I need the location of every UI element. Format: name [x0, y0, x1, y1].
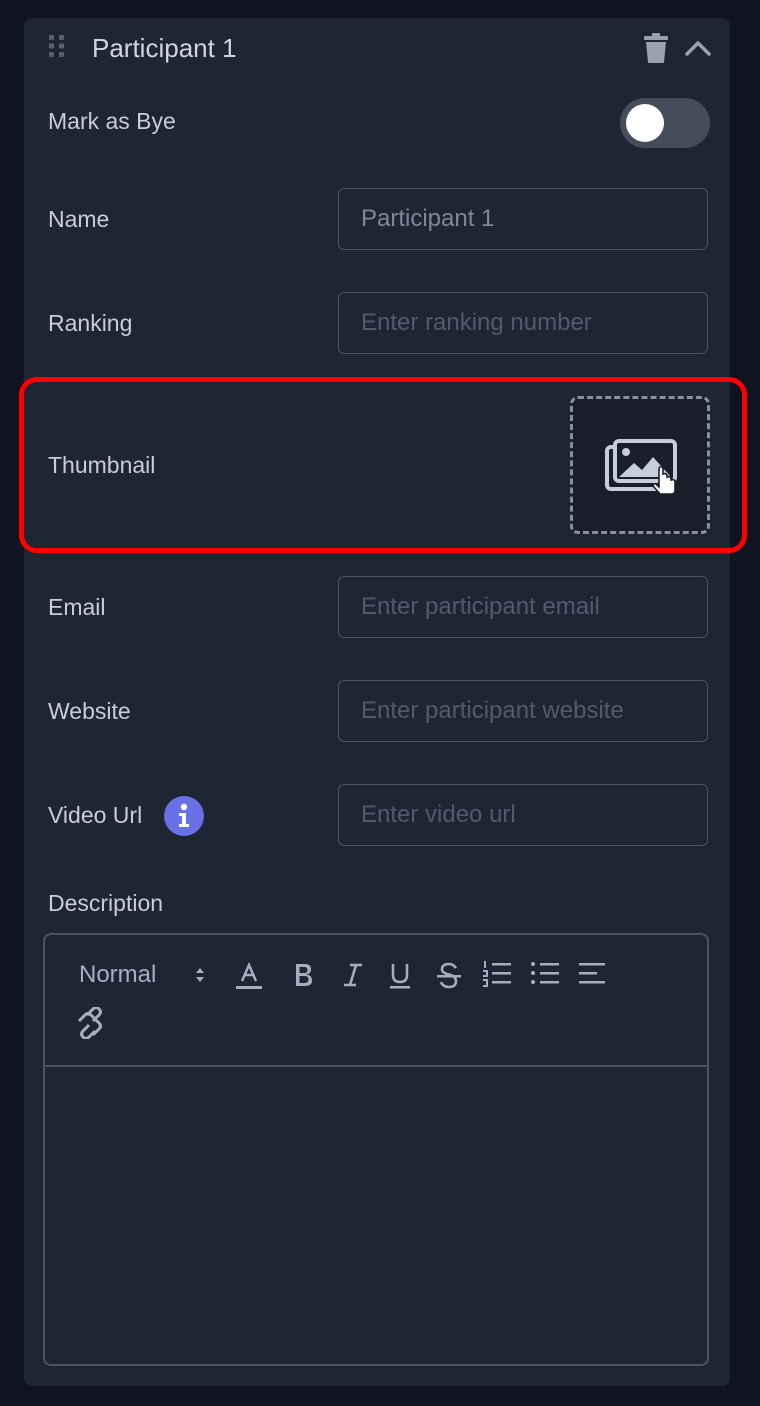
bye-toggle[interactable] [620, 98, 710, 148]
toggle-knob [626, 104, 664, 142]
bullet-list-icon[interactable] [529, 959, 561, 989]
info-icon[interactable] [164, 796, 204, 836]
drag-handle-icon[interactable] [48, 34, 66, 58]
select-arrows-icon[interactable] [193, 964, 207, 986]
text-color-icon[interactable] [233, 961, 265, 991]
video-url-input[interactable] [338, 784, 708, 846]
format-select[interactable]: Normal [79, 960, 156, 990]
name-input[interactable] [338, 188, 708, 250]
video-url-label: Video Url [48, 802, 143, 828]
trash-icon[interactable] [642, 32, 670, 64]
description-label: Description [48, 890, 164, 916]
panel-title: Participant 1 [92, 33, 237, 63]
editor-content-area[interactable] [45, 1067, 707, 1364]
email-input[interactable] [338, 576, 708, 638]
bold-icon[interactable] [291, 961, 317, 989]
italic-icon[interactable] [341, 961, 365, 989]
strikethrough-icon[interactable] [435, 961, 463, 991]
name-label: Name [48, 206, 110, 232]
editor-toolbar: Normal [45, 935, 707, 1067]
participant-card: Participant 1 Mark as Bye Name Ranking T… [24, 18, 730, 1386]
website-label: Website [48, 698, 131, 724]
link-icon[interactable] [75, 1007, 107, 1039]
chevron-up-icon[interactable] [684, 36, 712, 60]
website-input[interactable] [338, 680, 708, 742]
description-editor: Normal [43, 933, 709, 1366]
ranking-label: Ranking [48, 310, 133, 336]
thumbnail-highlight-box [19, 377, 747, 553]
ordered-list-icon[interactable] [481, 959, 513, 989]
ranking-input[interactable] [338, 292, 708, 354]
bye-label: Mark as Bye [48, 108, 176, 134]
align-left-icon[interactable] [577, 959, 609, 989]
email-label: Email [48, 594, 106, 620]
underline-icon[interactable] [387, 961, 413, 991]
